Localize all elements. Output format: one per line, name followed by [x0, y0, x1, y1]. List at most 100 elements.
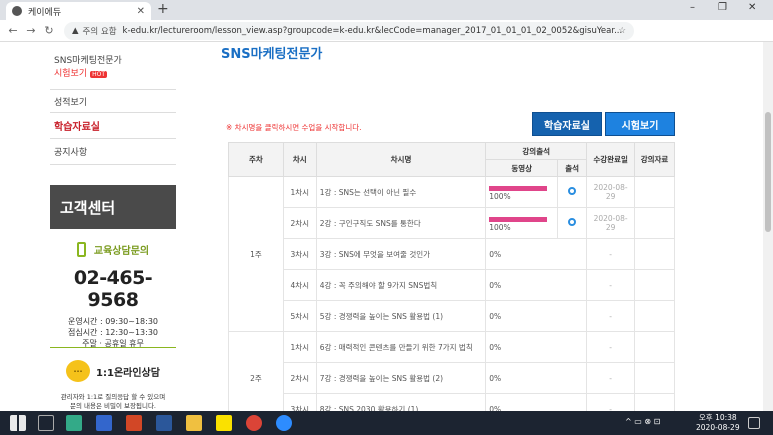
session-cell: 3차시 [282, 238, 317, 270]
tab-close-icon[interactable]: ✕ [137, 6, 145, 17]
powerpoint-icon[interactable] [126, 415, 142, 431]
header-week: 주차 [228, 142, 284, 177]
materials-button[interactable]: 학습자료실 [532, 112, 602, 136]
table-row: 3차시 3강 : SNS에 무엇을 보여줄 것인가 0% - [229, 238, 675, 270]
forward-icon[interactable]: → [22, 24, 40, 37]
file-explorer-icon[interactable] [186, 415, 202, 431]
date-cell: - [586, 331, 636, 363]
progress-cell: 0% [485, 362, 588, 394]
table-row: 2주 1차시 6강 : 매력적인 콘텐츠를 만들기 위한 7가지 법칙 0% - [228, 331, 675, 411]
page-content: SNS마케팅전문가 시험보기 HOT 성적보기 학습자료실 공지사항 고객센터 교… [0, 42, 763, 411]
sidebar-item-label: 성적보기 [54, 97, 88, 108]
attendance-check-icon [568, 187, 577, 195]
hours-line: 점심시간 : 12:30~13:30 [67, 328, 159, 337]
reload-icon[interactable]: ↻ [40, 24, 58, 37]
omnibox[interactable]: ▲ 주의 요함 k-edu.kr/lectureroom/lesson_view… [64, 22, 634, 40]
sidebar-item-notice[interactable]: 공지사항 [50, 139, 176, 165]
system-tray-icons[interactable]: ^ ▭ ⊗ ⊡ [625, 417, 660, 426]
sidebar-item-label: 공지사항 [54, 148, 88, 158]
lesson-table: 주차 차시 차시명 강의출석 수강완료일 강의자료 동영상 출석 1주 1차시 … [228, 142, 675, 411]
zoom-icon[interactable] [276, 415, 292, 431]
site-favicon-icon [12, 6, 22, 16]
app-icon[interactable] [96, 415, 112, 431]
week-cell: 2주 [228, 331, 284, 411]
materials-cell [634, 269, 675, 301]
hot-badge: HOT [90, 70, 108, 78]
date-cell: 2020-08-29 [586, 176, 636, 208]
attendance-cell [557, 207, 588, 239]
consult-label-row: 교육상담문의 [50, 242, 176, 257]
date-cell: - [586, 300, 636, 332]
session-cell: 1차시 [282, 331, 317, 363]
close-window-button[interactable]: ✕ [748, 2, 756, 13]
online-consult-button[interactable]: ··· 1:1온라인상담 [50, 360, 176, 382]
windows-start-icon[interactable] [10, 415, 26, 431]
restore-button[interactable]: ❐ [718, 2, 727, 13]
word-icon[interactable] [156, 415, 172, 431]
header-session-name: 차시명 [315, 142, 487, 177]
progress-cell: 0% [485, 269, 588, 301]
materials-cell [634, 207, 675, 239]
divider [50, 347, 176, 348]
page-scrollbar[interactable] [763, 42, 773, 411]
date-cell: 2020-08-29 [586, 207, 636, 239]
date-cell: - [586, 393, 636, 411]
app-icon[interactable] [66, 415, 82, 431]
url-text[interactable]: k-edu.kr/lectureroom/lesson_view.asp?gro… [123, 26, 623, 36]
session-name-link[interactable]: 3강 : SNS에 무엇을 보여줄 것인가 [315, 238, 487, 270]
new-tab-button[interactable]: + [157, 1, 169, 17]
session-cell: 4차시 [282, 269, 317, 301]
notification-icon[interactable] [748, 417, 760, 429]
desc-line: 문의 내용은 비밀이 보장됩니다. [69, 402, 156, 410]
chrome-icon[interactable] [246, 415, 262, 431]
materials-cell [634, 393, 675, 411]
browser-tab[interactable]: 케이에듀 ✕ [6, 2, 151, 20]
table-row: 4차시 4강 : 꼭 주의해야 할 9가지 SNS법칙 0% - [229, 269, 675, 301]
materials-cell [634, 238, 675, 270]
session-name-link[interactable]: 8강 : SNS 2030 활용하기 (1) [315, 393, 487, 411]
task-view-icon[interactable] [38, 415, 54, 431]
session-name-link[interactable]: 2강 : 구인구직도 SNS를 통한다 [315, 207, 487, 239]
office-hours: 운영시간 : 09:30~18:30 점심시간 : 12:30~13:30 주말… [50, 316, 176, 349]
sidebar-item-course[interactable]: SNS마케팅전문가 시험보기 HOT [50, 42, 176, 90]
customer-center-title: 고객센터 [60, 199, 116, 217]
session-cell: 3차시 [282, 393, 317, 411]
sidebar-exam-label[interactable]: 시험보기 [54, 69, 87, 79]
back-icon[interactable]: ← [4, 24, 22, 37]
bookmark-star-icon[interactable]: ☆ [618, 26, 626, 36]
phone-icon [76, 242, 86, 257]
customer-center-header: 고객센터 [50, 185, 176, 229]
online-consult-desc: 관리자와 1:1로 질의응답 할 수 있으며 문의 내용은 비밀이 보장됩니다. [50, 393, 176, 411]
clock-date: 2020-08-29 [696, 423, 740, 432]
clock-time: 오후 10:38 [698, 413, 737, 422]
session-cell: 2차시 [282, 362, 317, 394]
materials-cell [634, 331, 675, 363]
header-session: 차시 [282, 142, 317, 177]
taskbar-clock[interactable]: 오후 10:38 2020-08-29 [696, 413, 740, 433]
attendance-cell [557, 176, 588, 208]
table-row: 2차시 2강 : 구인구직도 SNS를 통한다 100% 2020-08-29 [229, 207, 675, 239]
consult-info: 교육상담문의 02-465-9568 운영시간 : 09:30~18:30 점심… [50, 242, 176, 349]
progress-cell: 0% [485, 238, 588, 270]
materials-cell [634, 362, 675, 394]
progress-cell: 0% [485, 393, 588, 411]
sidebar-item-materials[interactable]: 학습자료실 [50, 113, 176, 139]
attendance-check-icon [568, 218, 577, 226]
date-cell: - [586, 362, 636, 394]
kakaotalk-icon[interactable] [216, 415, 232, 431]
minimize-button[interactable]: – [690, 2, 695, 13]
header-materials: 강의자료 [634, 142, 675, 177]
session-name-link[interactable]: 7강 : 경쟁력을 높이는 SNS 활용법 (2) [315, 362, 487, 394]
sidebar-item-grades[interactable]: 성적보기 [50, 90, 176, 113]
exam-button[interactable]: 시험보기 [605, 112, 675, 136]
hours-line: 운영시간 : 09:30~18:30 [67, 317, 159, 326]
session-cell: 1차시 [282, 176, 317, 208]
session-name-link[interactable]: 5강 : 경쟁력을 높이는 SNS 활용법 (1) [315, 300, 487, 332]
progress-text: 100% [489, 192, 511, 201]
session-name-link[interactable]: 1강 : SNS는 선택이 아닌 필수 [315, 176, 487, 208]
session-name-link[interactable]: 4강 : 꼭 주의해야 할 9가지 SNS법칙 [315, 269, 487, 301]
header-period: 수강완료일 [586, 142, 636, 177]
session-name-link[interactable]: 6강 : 매력적인 콘텐츠를 만들기 위한 7가지 법칙 [315, 331, 487, 363]
scrollbar-thumb[interactable] [765, 112, 771, 232]
sidebar-exam-link: 시험보기 HOT [54, 66, 108, 79]
